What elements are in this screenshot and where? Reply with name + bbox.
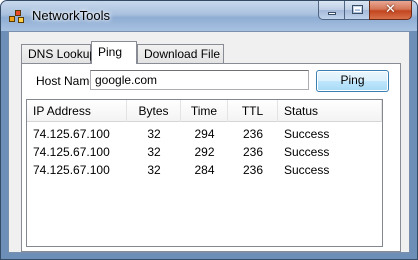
- column-header-bytes[interactable]: Bytes: [127, 100, 181, 122]
- app-window: NetworkTools ✕ DNS Lookup Ping Download …: [0, 0, 418, 260]
- maximize-icon: [352, 5, 363, 14]
- title-bar[interactable]: NetworkTools ✕: [1, 1, 417, 31]
- cell-bytes: 32: [147, 163, 161, 177]
- column-header-time[interactable]: Time: [181, 100, 228, 122]
- cell-bytes: 32: [147, 127, 161, 141]
- column-header-ttl[interactable]: TTL: [228, 100, 278, 122]
- maximize-button[interactable]: [344, 1, 369, 20]
- results-header: IP Address Bytes Time TTL Status: [27, 100, 382, 122]
- cell-ttl: 236: [242, 127, 264, 141]
- ping-tab-page: Host Name: Ping IP Address Bytes Time TT…: [21, 63, 401, 252]
- cell-bytes: 32: [147, 145, 161, 159]
- cell-time: 284: [194, 163, 215, 177]
- results-list[interactable]: IP Address Bytes Time TTL Status 74.125.…: [26, 99, 383, 247]
- cell-ip-address: 74.125.67.100: [33, 127, 110, 141]
- cell-ttl: 236: [242, 163, 264, 177]
- results-rows: 74.125.67.100 32 294 236 Success 74.125.…: [27, 125, 382, 179]
- column-header-ip-address[interactable]: IP Address: [27, 100, 127, 122]
- cell-status: Success: [284, 145, 330, 159]
- host-name-input[interactable]: [90, 70, 309, 90]
- cell-status: Success: [284, 163, 330, 177]
- cell-time: 294: [194, 127, 215, 141]
- client-area: DNS Lookup Ping Download File Host Name:…: [8, 31, 410, 253]
- tab-download-file[interactable]: Download File: [137, 44, 224, 63]
- tab-ping[interactable]: Ping: [91, 41, 137, 64]
- tab-dns-lookup[interactable]: DNS Lookup: [21, 44, 96, 63]
- column-header-status[interactable]: Status: [278, 100, 382, 122]
- close-icon: ✕: [385, 2, 396, 17]
- minimize-button[interactable]: [318, 1, 344, 20]
- cell-ttl: 236: [242, 145, 264, 159]
- app-icon[interactable]: [9, 8, 25, 24]
- table-row[interactable]: 74.125.67.100 32 284 236 Success: [27, 161, 382, 179]
- cell-ip-address: 74.125.67.100: [33, 145, 110, 159]
- minimize-icon: [328, 12, 336, 15]
- caption-buttons: ✕: [318, 1, 412, 21]
- table-row[interactable]: 74.125.67.100 32 292 236 Success: [27, 143, 382, 161]
- table-row[interactable]: 74.125.67.100 32 294 236 Success: [27, 125, 382, 143]
- tab-label: Ping: [98, 45, 123, 59]
- cell-ip-address: 74.125.67.100: [33, 163, 110, 177]
- cell-time: 292: [194, 145, 215, 159]
- tab-label: DNS Lookup: [28, 47, 97, 61]
- cell-status: Success: [284, 127, 330, 141]
- ping-button[interactable]: Ping: [316, 70, 389, 92]
- tab-label: Download File: [144, 47, 221, 61]
- close-button[interactable]: ✕: [369, 1, 412, 20]
- window-title: NetworkTools: [32, 8, 111, 23]
